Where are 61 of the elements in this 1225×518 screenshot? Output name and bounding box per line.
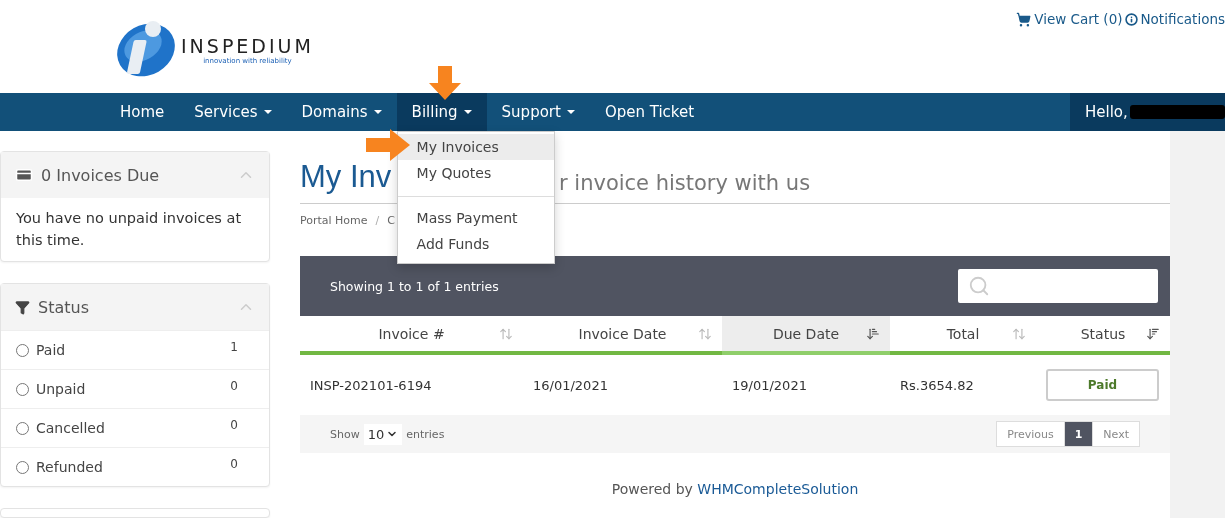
nav-item[interactable]: Services: [179, 93, 287, 131]
status-count: 0: [230, 457, 238, 471]
status-label: Refunded: [36, 459, 103, 475]
arrow-icon: [365, 129, 410, 161]
entries-label: entries: [406, 427, 445, 441]
search-icon: [968, 275, 990, 297]
notifications-link[interactable]: Notifications: [1124, 11, 1225, 27]
table-cell-text: INSP-202101-6194: [309, 376, 433, 395]
account-menu[interactable]: Hello,: [1070, 93, 1225, 131]
nav-item[interactable]: Open Ticket: [589, 93, 710, 131]
info-icon: [1124, 12, 1138, 26]
sort-icon[interactable]: [1146, 327, 1160, 341]
column-header[interactable]: Due Date: [722, 316, 890, 355]
table-cell-text: 19/01/2021: [731, 376, 808, 395]
status-count: 1: [230, 340, 238, 354]
entries-info: Showing 1 to 1 of 1 entries: [330, 278, 499, 294]
breadcrumb-link[interactable]: C: [387, 214, 395, 256]
pagination-button[interactable]: Next: [1092, 421, 1140, 447]
footer-text: Powered by WHMCompleteSolution: [610, 481, 860, 497]
radio-button[interactable]: [16, 382, 29, 396]
nav-item[interactable]: Home: [105, 93, 180, 131]
breadcrumb-link[interactable]: Portal Home: [300, 214, 368, 256]
panel-text: You have no unpaid invoices at this time.: [15, 209, 243, 250]
radio-button[interactable]: [16, 343, 29, 357]
filter-icon: [15, 299, 30, 315]
sort-icon[interactable]: [866, 327, 880, 341]
status-label: Paid: [36, 342, 66, 358]
status-label: Cancelled: [36, 420, 105, 436]
panel-header[interactable]: Status: [1, 284, 269, 330]
panel-title: Status: [38, 297, 90, 317]
status-count: 0: [230, 379, 238, 393]
panel-title: 0 Invoices Due: [41, 165, 161, 185]
nav-item[interactable]: Domains: [286, 93, 397, 131]
nav-item[interactable]: Support: [486, 93, 590, 131]
menu-item[interactable]: Mass Payment: [397, 205, 554, 231]
breadcrumb-separator: /: [375, 214, 380, 229]
arrow-icon: [426, 66, 463, 100]
status-count: 0: [230, 418, 238, 432]
panel-header[interactable]: 0 Invoices Due: [1, 152, 269, 198]
pagination-button[interactable]: 1: [1063, 421, 1094, 447]
show-label: Show: [330, 427, 360, 441]
nav-item[interactable]: Billing: [396, 93, 487, 131]
menu-item[interactable]: Add Funds: [397, 231, 554, 257]
footer-link[interactable]: WHMCompleteSolution: [697, 481, 859, 497]
menu-item[interactable]: My Invoices: [397, 134, 554, 160]
view-cart-link[interactable]: View Cart (0): [1016, 11, 1123, 27]
status-label: Unpaid: [36, 381, 86, 397]
page-title: My Inv: [300, 158, 392, 196]
radio-button[interactable]: [16, 460, 29, 474]
cart-icon: [1016, 11, 1032, 27]
table-cell-text: Rs.3654.82: [899, 376, 975, 395]
radio-button[interactable]: [16, 421, 29, 435]
entries-select[interactable]: 10: [363, 423, 403, 445]
status-button[interactable]: Paid: [1046, 369, 1159, 401]
menu-item[interactable]: My Quotes: [397, 160, 554, 186]
search-field[interactable]: [958, 269, 1158, 303]
brand-name: INSPEDIUM: [181, 34, 314, 57]
page-subtitle: r invoice history with us: [559, 170, 812, 197]
card-icon: [15, 166, 33, 184]
pagination-button[interactable]: Previous: [996, 421, 1065, 447]
table-cell-text: 16/01/2021: [532, 376, 609, 395]
